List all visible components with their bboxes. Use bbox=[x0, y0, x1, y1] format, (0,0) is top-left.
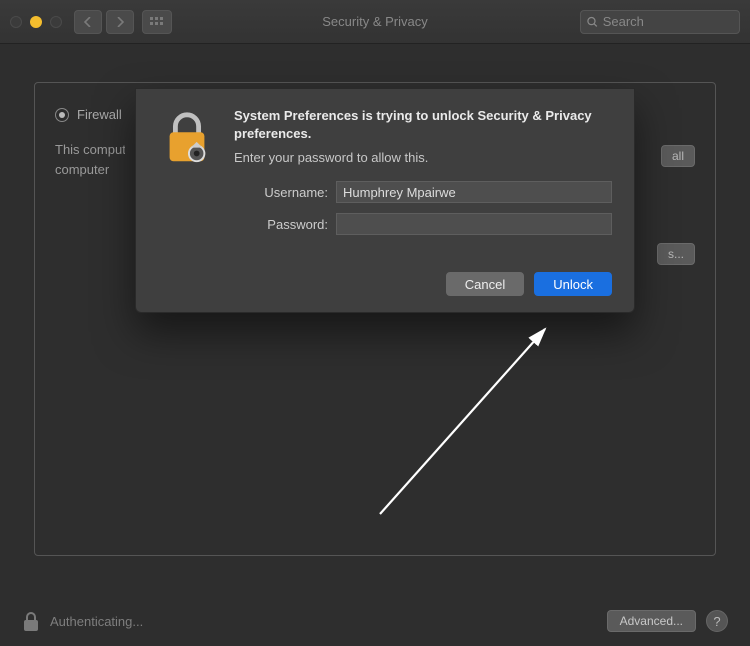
footer-status: Authenticating... bbox=[50, 614, 143, 629]
search-input[interactable] bbox=[603, 14, 733, 29]
unlock-button[interactable]: Unlock bbox=[534, 272, 612, 296]
username-label: Username: bbox=[232, 185, 328, 200]
info-line1: This computer's firewall is currently tu… bbox=[55, 140, 125, 160]
lock-icon[interactable] bbox=[22, 610, 40, 632]
show-all-button[interactable] bbox=[142, 10, 172, 34]
dialog-title: System Preferences is trying to unlock S… bbox=[234, 107, 612, 142]
auth-lock-icon bbox=[158, 109, 216, 167]
panel-button-2[interactable]: s... bbox=[657, 243, 695, 265]
search-icon bbox=[587, 16, 598, 28]
close-window-button[interactable] bbox=[10, 16, 22, 28]
cancel-button[interactable]: Cancel bbox=[446, 272, 524, 296]
content-area: Firewall This computer's firewall is cur… bbox=[0, 44, 750, 646]
help-button[interactable]: ? bbox=[706, 610, 728, 632]
tab-label: Firewall bbox=[77, 107, 122, 122]
password-label: Password: bbox=[232, 217, 328, 232]
advanced-button[interactable]: Advanced... bbox=[607, 610, 696, 632]
dialog-subtitle: Enter your password to allow this. bbox=[234, 150, 612, 165]
password-input[interactable] bbox=[336, 213, 612, 235]
zoom-window-button[interactable] bbox=[50, 16, 62, 28]
titlebar: Security & Privacy bbox=[0, 0, 750, 44]
username-input[interactable] bbox=[336, 181, 612, 203]
forward-button[interactable] bbox=[106, 10, 134, 34]
footer: Authenticating... Advanced... ? bbox=[0, 610, 750, 632]
panel-button-1[interactable]: all bbox=[661, 145, 695, 167]
radio-icon bbox=[55, 108, 69, 122]
nav-buttons bbox=[74, 10, 134, 34]
search-field[interactable] bbox=[580, 10, 740, 34]
minimize-window-button[interactable] bbox=[30, 16, 42, 28]
traffic-lights bbox=[10, 16, 62, 28]
back-button[interactable] bbox=[74, 10, 102, 34]
auth-dialog: System Preferences is trying to unlock S… bbox=[135, 88, 635, 313]
